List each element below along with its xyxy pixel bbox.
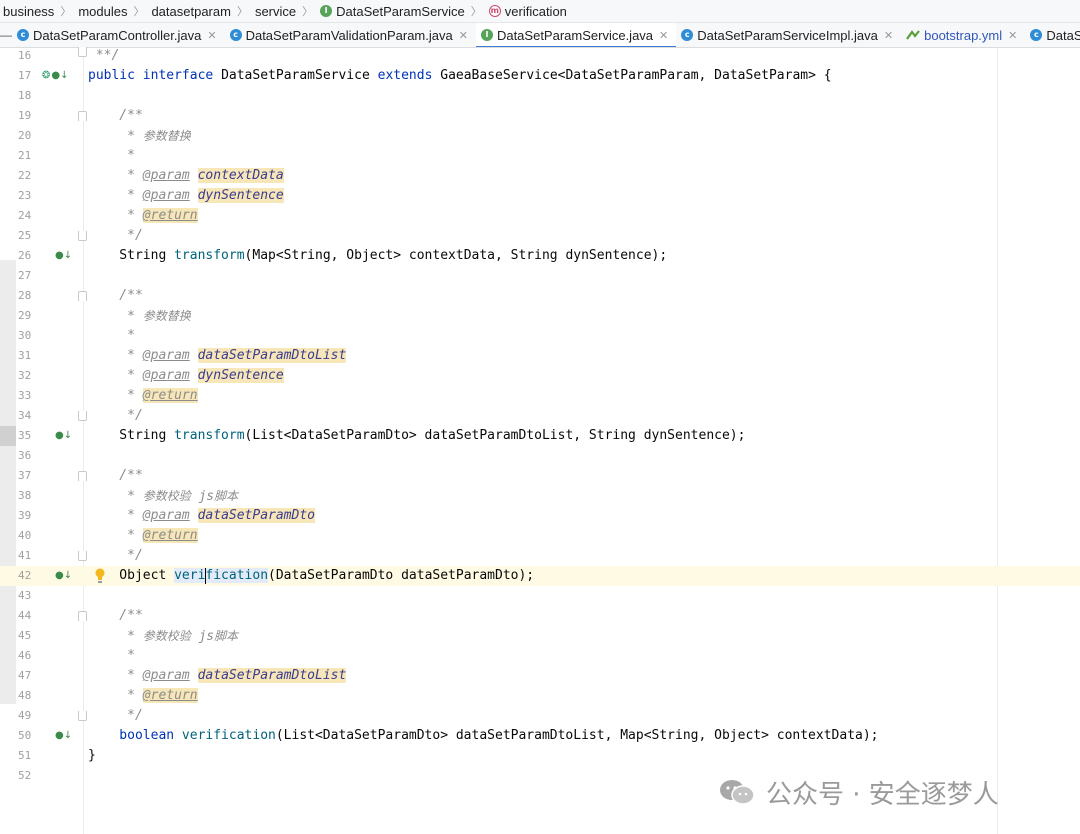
code-line-25[interactable]: 25 */	[0, 226, 1080, 246]
close-icon[interactable]: ✕	[459, 29, 468, 42]
code-line-30[interactable]: 30 *	[0, 326, 1080, 346]
tab-datasetparam-truncated[interactable]: c DataSetPara	[1025, 23, 1080, 47]
implemented-icon[interactable]: ❂●↓	[42, 66, 69, 86]
class-icon: c	[1030, 29, 1043, 41]
fold-start-icon[interactable]	[78, 291, 87, 301]
code-line-19[interactable]: 19 /**	[0, 106, 1080, 126]
editor-tab-bar: — c DataSetParamController.java ✕ c Data…	[0, 23, 1080, 48]
code-line-48[interactable]: 48 * @return	[0, 686, 1080, 706]
code-line-17[interactable]: 17 ❂●↓ public interface DataSetParamServ…	[0, 66, 1080, 86]
code-line-46[interactable]: 46 *	[0, 646, 1080, 666]
code-line-51[interactable]: 51 }	[0, 746, 1080, 766]
close-icon[interactable]: ✕	[659, 29, 668, 42]
code-line-18[interactable]: 18	[0, 86, 1080, 106]
breadcrumb-separator-icon: 〉	[236, 6, 248, 18]
code-line-27[interactable]: 27	[0, 266, 1080, 286]
code-line-43[interactable]: 43	[0, 586, 1080, 606]
fold-end-icon[interactable]	[78, 711, 87, 721]
breadcrumb-separator-icon: 〉	[133, 6, 145, 18]
breadcrumb-item-datasetparam[interactable]: datasetparam	[148, 4, 233, 19]
interface-icon: I	[320, 5, 333, 17]
implemented-icon[interactable]: ●↓	[55, 246, 72, 266]
class-icon: c	[229, 29, 242, 41]
code-line-32[interactable]: 32 * @param dynSentence	[0, 366, 1080, 386]
code-line-34[interactable]: 34 */	[0, 406, 1080, 426]
code-line-36[interactable]: 36	[0, 446, 1080, 466]
fold-start-icon[interactable]	[78, 111, 87, 121]
code-line-47[interactable]: 47 * @param dataSetParamDtoList	[0, 666, 1080, 686]
class-icon: c	[681, 29, 694, 41]
code-line-50[interactable]: 50 ●↓ boolean verification(List<DataSetP…	[0, 726, 1080, 746]
fold-start-icon[interactable]	[78, 611, 87, 621]
code-line-39[interactable]: 39 * @param dataSetParamDto	[0, 506, 1080, 526]
code-line-31[interactable]: 31 * @param dataSetParamDtoList	[0, 346, 1080, 366]
code-line-41[interactable]: 41 */	[0, 546, 1080, 566]
close-icon[interactable]: ✕	[207, 29, 216, 42]
close-icon[interactable]: ✕	[1008, 29, 1017, 42]
wechat-logo-icon	[720, 780, 755, 805]
code-line-24[interactable]: 24 * @return	[0, 206, 1080, 226]
code-line-28[interactable]: 28 /**	[0, 286, 1080, 306]
fold-start-icon[interactable]	[78, 471, 87, 481]
code-editor[interactable]: 16 **/ 17 ❂●↓ public interface DataSetPa…	[0, 46, 1080, 834]
tab-bootstrap-yml[interactable]: bootstrap.yml ✕	[901, 23, 1025, 47]
breadcrumb-item-business[interactable]: business	[0, 4, 56, 19]
code-line-23[interactable]: 23 * @param dynSentence	[0, 186, 1080, 206]
breadcrumb-item-modules[interactable]: modules	[75, 4, 129, 19]
implemented-icon[interactable]: ●↓	[55, 426, 72, 446]
code-line-37[interactable]: 37 /**	[0, 466, 1080, 486]
interface-icon: I	[480, 29, 493, 41]
code-line-21[interactable]: 21 *	[0, 146, 1080, 166]
tab-datasetparamvalidationparam[interactable]: c DataSetParamValidationParam.java ✕	[225, 23, 476, 47]
tab-datasetparamservice[interactable]: I DataSetParamService.java ✕	[475, 23, 677, 47]
class-icon: c	[17, 29, 29, 41]
fold-end-icon[interactable]	[78, 47, 87, 57]
fold-end-icon[interactable]	[78, 411, 87, 421]
breadcrumb-separator-icon: 〉	[302, 6, 314, 18]
code-line-45[interactable]: 45 * 参数校验 js脚本	[0, 626, 1080, 646]
code-line-26[interactable]: 26 ●↓ String transform(Map<String, Objec…	[0, 246, 1080, 266]
code-line-16[interactable]: 16 **/	[0, 46, 1080, 66]
code-line-49[interactable]: 49 */	[0, 706, 1080, 726]
code-line-40[interactable]: 40 * @return	[0, 526, 1080, 546]
tab-list-collapse-icon[interactable]: —	[0, 23, 12, 47]
fold-end-icon[interactable]	[78, 551, 87, 561]
breadcrumb-item-interface[interactable]: I DataSetParamService	[317, 4, 467, 19]
code-line-29[interactable]: 29 * 参数替换	[0, 306, 1080, 326]
close-icon[interactable]: ✕	[884, 29, 893, 42]
fold-end-icon[interactable]	[78, 231, 87, 241]
breadcrumb-item-method[interactable]: m verification	[486, 4, 569, 19]
implemented-icon[interactable]: ●↓	[55, 726, 72, 746]
code-line-35[interactable]: 35 ●↓ String transform(List<DataSetParam…	[0, 426, 1080, 446]
code-line-22[interactable]: 22 * @param contextData	[0, 166, 1080, 186]
yaml-icon	[906, 30, 920, 40]
breadcrumb-separator-icon: 〉	[470, 6, 482, 18]
implemented-icon[interactable]: ●↓	[55, 566, 72, 586]
code-line-33[interactable]: 33 * @return	[0, 386, 1080, 406]
method-name-under-caret[interactable]: verification	[174, 567, 269, 584]
watermark: 公众号 · 安全逐梦人	[718, 775, 999, 810]
code-line-38[interactable]: 38 * 参数校验 js脚本	[0, 486, 1080, 506]
breadcrumb-item-service[interactable]: service	[252, 4, 298, 19]
code-line-42-current[interactable]: 42 ●↓ Object verification(DataSetParamDt…	[0, 566, 1080, 586]
breadcrumb: business 〉 modules 〉 datasetparam 〉 serv…	[0, 0, 1080, 23]
tab-datasetparamcontroller[interactable]: c DataSetParamController.java ✕	[12, 23, 225, 47]
breadcrumb-separator-icon: 〉	[60, 6, 72, 18]
code-line-20[interactable]: 20 * 参数替换	[0, 126, 1080, 146]
tab-datasetparamserviceimpl[interactable]: c DataSetParamServiceImpl.java ✕	[676, 23, 901, 47]
method-icon: m	[488, 5, 501, 17]
code-line-44[interactable]: 44 /**	[0, 606, 1080, 626]
